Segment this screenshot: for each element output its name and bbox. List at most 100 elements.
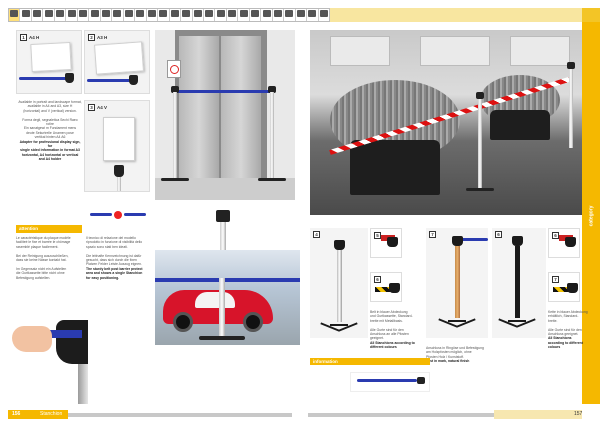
feature-icon: [136, 10, 145, 17]
prohibition-sign: [167, 60, 181, 78]
page-number-right: 157: [574, 411, 583, 417]
wheel: [243, 312, 263, 332]
feature-icon-cell: [215, 9, 227, 21]
page-number-left: 156: [12, 411, 21, 417]
post-head: [452, 236, 463, 246]
feature-icon-cell: [135, 9, 147, 21]
feature-icon-cell: [55, 9, 67, 21]
post-head: [129, 75, 138, 85]
elevator-frame: [175, 30, 267, 180]
attention-text: Le caractéristique du plaque modèle facil…: [16, 236, 84, 280]
feature-icon-cell: [319, 9, 329, 21]
variant-caption-left: Belt in blauer Abdeckung und Gurtkassette…: [370, 310, 418, 350]
product-description: Available in portrait and landscape form…: [18, 100, 82, 162]
feature-icon-cell: [78, 9, 90, 21]
factory-window: [420, 36, 490, 66]
product-photo-a4v: 3 A4 V: [84, 100, 150, 192]
post-head: [114, 165, 124, 177]
feature-icon: [262, 10, 271, 17]
product-code: A3 H: [97, 35, 108, 40]
middle-description: Il tecnico di relazione del modello ripro…: [86, 236, 152, 280]
information-diagram: [350, 372, 430, 392]
variant-letter: 6: [552, 232, 559, 239]
feature-icon-cell: [20, 9, 32, 21]
variant-caption-middle: Anschluss in Ringöse und Befestigung am H…: [426, 346, 492, 364]
product-code: A4 V: [97, 105, 108, 110]
post-pole: [117, 177, 121, 191]
variant-letter: 4: [313, 231, 320, 238]
chapter-tab-label: category: [588, 205, 594, 227]
wheel: [173, 312, 193, 332]
feature-icon: [308, 10, 317, 17]
belt-strap: [177, 90, 273, 93]
footer-right-bar: [494, 410, 582, 419]
feature-icon: [90, 10, 99, 17]
feature-icon-cell: [9, 9, 21, 21]
variant-thumb-red-2: 6: [548, 228, 580, 258]
post-head: [476, 92, 484, 99]
text-line: Befestigung aufstellen.: [16, 275, 51, 280]
post-head: [567, 62, 575, 69]
variant-photo-chrome: 4: [310, 228, 368, 338]
text-line-bold: and A4 holder: [38, 157, 62, 162]
belt-strap: [155, 278, 300, 282]
hand-holding-post-photo: [8, 300, 88, 404]
sign-panel: [103, 117, 135, 161]
feature-icon: [21, 10, 30, 17]
text-line-bold: post in mark, natural finish: [426, 359, 470, 364]
feature-icon-cell: [261, 9, 273, 21]
footer-rule-left: [68, 413, 292, 417]
variant-letter: 6: [374, 276, 381, 283]
post-base: [438, 316, 476, 328]
feature-icon: [193, 10, 202, 17]
feature-icon-cell: [170, 9, 182, 21]
feature-icon-cell: [284, 9, 296, 21]
post-base: [199, 336, 245, 340]
feature-icon-cell: [181, 9, 193, 21]
post-base: [161, 178, 189, 181]
feature-icon: [101, 10, 110, 17]
post-base: [258, 178, 286, 181]
belt-strap: [87, 79, 131, 82]
post-head: [387, 237, 398, 247]
footer-title-left: Stanchion: [40, 411, 63, 417]
variant-thumb-yellow-2: 7: [548, 272, 580, 302]
post-pole: [569, 68, 573, 148]
factory-window: [330, 36, 390, 66]
text-line-bold: for easy positioning.: [86, 275, 120, 280]
belt-strap: [90, 213, 112, 216]
post-pole: [455, 246, 460, 318]
attention-heading: attention: [16, 225, 82, 232]
arrow-icon: [114, 211, 122, 219]
variant-letter: 7: [552, 276, 559, 283]
variant-thumb-red: 5: [370, 228, 402, 258]
feature-icon-cell: [124, 9, 136, 21]
feature-icon-cell: [273, 9, 285, 21]
feature-icon: [170, 10, 179, 17]
text-line: Forma degli, segnaletica Sechi Raeo roti…: [22, 117, 78, 127]
feature-icon: [159, 10, 168, 17]
feature-icon: [147, 10, 156, 17]
feature-icon-cell: [32, 9, 44, 21]
product-tag: 3 A4 V: [88, 104, 107, 111]
feature-icon-cell: [204, 9, 216, 21]
post-pole: [219, 278, 225, 338]
variant-thumb-yellow: 6: [370, 272, 402, 302]
feature-icon: [113, 10, 122, 17]
feature-icon-cell: [147, 9, 159, 21]
product-code: A4 H: [29, 35, 40, 40]
post-pole: [515, 246, 520, 318]
elevator-scene-photo: [155, 30, 295, 200]
factory-window: [510, 36, 570, 66]
feature-icon: [205, 10, 214, 17]
feature-icon-cell: [250, 9, 262, 21]
product-number: 2: [88, 34, 95, 41]
product-photo-a3h: 2 A3 H: [84, 30, 150, 94]
product-tag: 1 A4 H: [20, 34, 39, 41]
post-base: [320, 320, 358, 332]
variant-photo-black: 6: [492, 228, 546, 338]
belt-strap: [19, 77, 69, 80]
post-head: [334, 240, 345, 250]
feature-icon: [10, 10, 19, 17]
text-line-bold: All Stanchions according to different co…: [548, 336, 583, 350]
